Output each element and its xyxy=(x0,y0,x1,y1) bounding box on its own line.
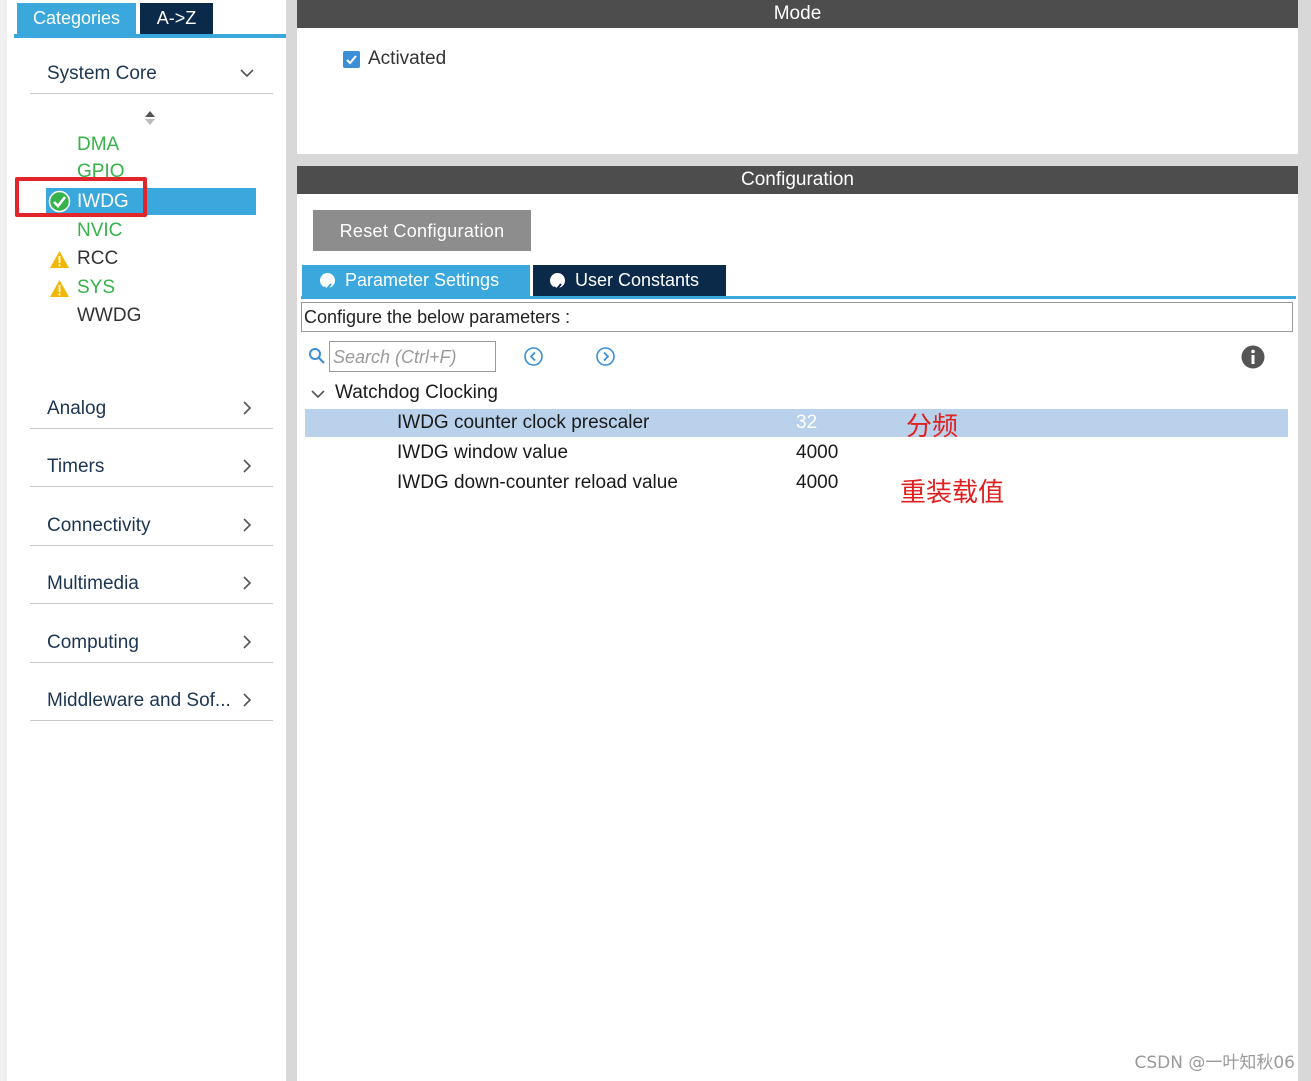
category-system-core[interactable]: System Core xyxy=(30,51,273,94)
highlight-box xyxy=(15,177,147,217)
info-icon[interactable] xyxy=(1241,345,1265,369)
item-nvic[interactable]: NVIC xyxy=(77,220,122,242)
category-label: Analog xyxy=(47,398,107,419)
chevron-right-icon xyxy=(243,518,252,532)
tab-user-constants[interactable]: User Constants xyxy=(533,265,726,296)
category-timers[interactable]: Timers xyxy=(30,444,273,487)
chevron-right-icon xyxy=(243,459,252,473)
category-computing[interactable]: Computing xyxy=(30,620,273,663)
chevron-right-icon xyxy=(243,576,252,590)
panel-splitter[interactable] xyxy=(286,0,297,1081)
item-rcc[interactable]: RCC xyxy=(77,248,118,270)
configuration-header: Configuration xyxy=(297,166,1298,194)
sort-icon[interactable] xyxy=(143,110,157,126)
param-row-window[interactable]: IWDG window value 4000 xyxy=(305,439,1288,467)
checkmark-icon xyxy=(346,55,357,65)
search-icon xyxy=(309,348,325,364)
chevron-down-icon[interactable] xyxy=(310,386,326,402)
category-label: Middleware and Sof... xyxy=(47,690,231,711)
tab-underline xyxy=(14,34,291,38)
chevron-right-icon xyxy=(243,693,252,707)
check-circle-icon xyxy=(320,273,335,291)
param-row-reload[interactable]: IWDG down-counter reload value 4000 xyxy=(305,469,1288,497)
tab-underline xyxy=(301,296,1296,299)
annotation-reload: 重装载值 xyxy=(900,478,1005,508)
category-multimedia[interactable]: Multimedia xyxy=(30,561,273,604)
category-connectivity[interactable]: Connectivity xyxy=(30,503,273,546)
mode-header: Mode xyxy=(297,0,1298,28)
activated-label: Activated xyxy=(368,48,447,69)
section-divider xyxy=(297,154,1298,166)
tab-parameter-settings[interactable]: Parameter Settings xyxy=(302,265,530,296)
previous-icon[interactable] xyxy=(523,346,544,367)
annotation-prescaler: 分频 xyxy=(906,412,959,442)
category-label: Multimedia xyxy=(47,573,139,594)
category-label: Computing xyxy=(47,632,139,653)
right-scroll-edge xyxy=(1298,0,1311,1081)
param-value[interactable]: 4000 xyxy=(796,442,838,464)
param-name: IWDG window value xyxy=(397,442,569,463)
tab-label: User Constants xyxy=(575,270,700,290)
chevron-down-icon xyxy=(240,69,254,78)
chevron-right-icon xyxy=(243,401,252,415)
param-value[interactable]: 32 xyxy=(796,412,817,434)
item-dma[interactable]: DMA xyxy=(77,134,119,156)
watermark: CSDN @一叶知秋06 xyxy=(1134,1053,1295,1073)
config-hint: Configure the below parameters : xyxy=(301,302,1293,332)
item-wwdg[interactable]: WWDG xyxy=(77,305,141,327)
search-input[interactable]: Search (Ctrl+F) xyxy=(329,341,496,372)
category-label: Timers xyxy=(47,456,105,477)
param-name: IWDG down-counter reload value xyxy=(397,472,678,493)
left-panel: Categories A->Z System Core DMA GPIO IWD… xyxy=(0,0,291,1081)
warning-icon xyxy=(50,251,69,268)
next-icon[interactable] xyxy=(595,346,616,367)
group-watchdog-clocking[interactable]: Watchdog Clocking xyxy=(335,382,498,404)
tab-label: Parameter Settings xyxy=(345,270,500,290)
chevron-right-icon xyxy=(243,635,252,649)
reset-configuration-button[interactable]: Reset Configuration xyxy=(313,210,531,251)
param-value[interactable]: 4000 xyxy=(796,472,838,494)
category-middleware[interactable]: Middleware and Sof... xyxy=(30,678,273,721)
category-label: System Core xyxy=(47,63,157,84)
category-analog[interactable]: Analog xyxy=(30,386,273,429)
param-row-prescaler[interactable]: IWDG counter clock prescaler 32 xyxy=(305,409,1288,437)
item-sys[interactable]: SYS xyxy=(77,277,115,299)
tab-a-to-z[interactable]: A->Z xyxy=(140,3,213,34)
check-circle-icon xyxy=(550,273,565,291)
activated-checkbox[interactable] xyxy=(343,51,360,68)
param-name: IWDG counter clock prescaler xyxy=(397,412,650,433)
warning-icon xyxy=(50,280,69,297)
category-label: Connectivity xyxy=(47,515,151,536)
tab-categories[interactable]: Categories xyxy=(17,3,136,34)
